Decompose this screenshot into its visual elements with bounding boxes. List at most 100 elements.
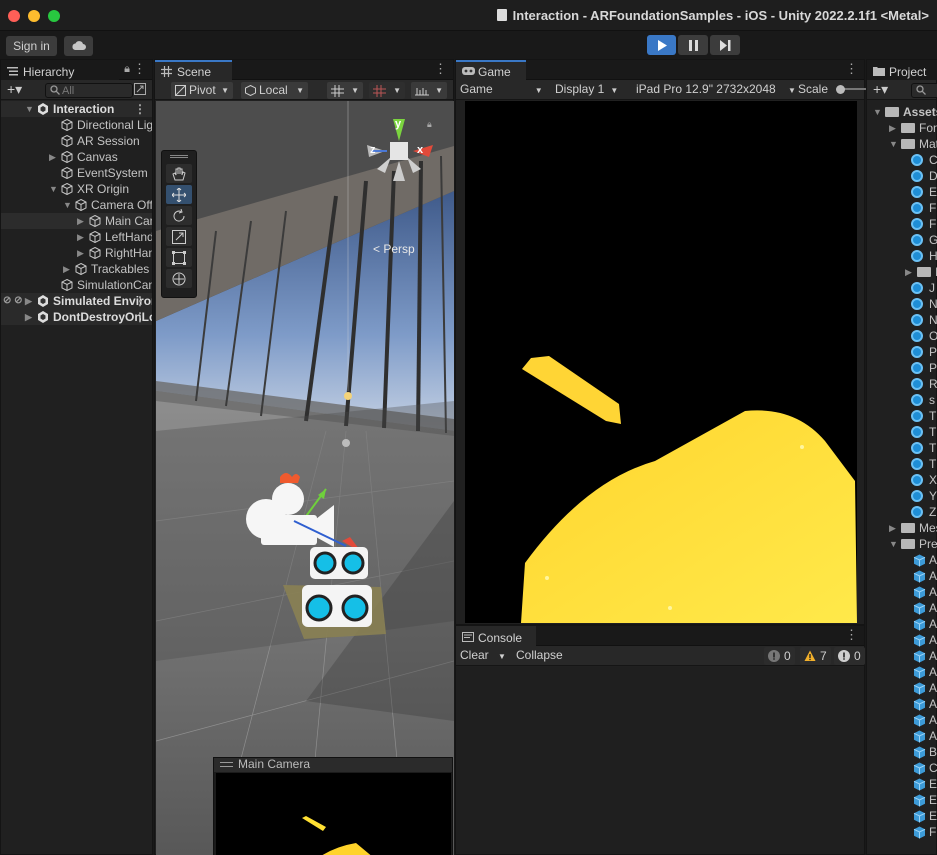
collapse-arrow-icon[interactable]: ▶ <box>77 245 84 261</box>
hierarchy-item[interactable]: Directional Light <box>1 117 152 133</box>
hierarchy-item[interactable]: ▼ XR Origin <box>1 181 152 197</box>
rotate-tool[interactable] <box>166 206 192 225</box>
hierarchy-item[interactable]: ▶ Trackables <box>1 261 152 277</box>
play-button[interactable] <box>647 35 676 55</box>
pause-button[interactable] <box>678 35 708 55</box>
project-item[interactable]: O <box>867 328 937 344</box>
hierarchy-search-input[interactable]: All <box>45 83 133 98</box>
hand-tool[interactable] <box>166 164 192 183</box>
project-item[interactable]: E <box>867 776 937 792</box>
project-item[interactable]: F <box>867 824 937 840</box>
project-item[interactable]: G <box>867 232 937 248</box>
project-item[interactable]: A <box>867 680 937 696</box>
more-options-icon[interactable]: ⋮ <box>134 309 146 325</box>
gizmos-dropdown[interactable]: ▼ <box>411 82 447 99</box>
collapse-arrow-icon[interactable]: ▶ <box>889 120 896 136</box>
error-count-toggle[interactable]: 0 <box>834 647 865 665</box>
collapse-arrow-icon[interactable]: ▶ <box>77 213 84 229</box>
game-viewport[interactable] <box>465 101 857 623</box>
minimize-window-button[interactable] <box>28 10 40 22</box>
project-item[interactable]: F <box>867 216 937 232</box>
tab-project[interactable]: Project <box>867 60 937 80</box>
info-count-toggle[interactable]: 0 <box>764 647 795 665</box>
project-item[interactable]: T <box>867 424 937 440</box>
pivot-dropdown[interactable]: Pivot ▼ <box>171 82 233 99</box>
move-tool[interactable] <box>166 185 192 204</box>
expand-arrow-icon[interactable]: ▼ <box>889 136 898 152</box>
project-search-input[interactable] <box>911 83 937 98</box>
collapse-arrow-icon[interactable]: ▶ <box>25 309 32 325</box>
project-item[interactable]: E <box>867 792 937 808</box>
lock-icon[interactable]: 🔒︎ <box>124 63 130 76</box>
project-item[interactable]: A <box>867 584 937 600</box>
expand-arrow-icon[interactable]: ▼ <box>49 181 58 197</box>
tab-hierarchy[interactable]: Hierarchy <box>1 60 119 80</box>
project-item[interactable]: N <box>867 312 937 328</box>
scene-visibility-icon[interactable] <box>134 83 146 95</box>
project-item[interactable]: F <box>867 200 937 216</box>
project-item[interactable]: D <box>867 168 937 184</box>
project-item[interactable]: ▶Is <box>867 264 937 280</box>
tab-console[interactable]: Console <box>456 626 536 646</box>
collapse-arrow-icon[interactable]: ▶ <box>889 520 896 536</box>
scene-viewport[interactable]: < Persp y x z 🔒︎ Main Camera <box>156 101 454 855</box>
project-item[interactable]: A <box>867 632 937 648</box>
collapse-arrow-icon[interactable]: ▶ <box>63 261 70 277</box>
zoom-window-button[interactable] <box>48 10 60 22</box>
more-options-icon[interactable]: ⋮ <box>845 62 858 76</box>
project-item[interactable]: T <box>867 408 937 424</box>
more-options-icon[interactable]: ⋮ <box>845 628 858 642</box>
project-item[interactable]: H <box>867 248 937 264</box>
palette-grip[interactable] <box>170 155 188 158</box>
hierarchy-item[interactable]: ▼ Camera Offset <box>1 197 152 213</box>
project-item[interactable]: R <box>867 376 937 392</box>
hierarchy-item[interactable]: ▶ RightHand <box>1 245 152 261</box>
collapse-arrow-icon[interactable]: ▶ <box>25 293 32 309</box>
transform-tool[interactable] <box>166 269 192 288</box>
hierarchy-item[interactable]: AR Session <box>1 133 152 149</box>
hierarchy-scene-row[interactable]: ▼ Interaction ⋮ <box>1 101 152 117</box>
project-item[interactable]: A <box>867 616 937 632</box>
hierarchy-item[interactable]: ▶ Canvas <box>1 149 152 165</box>
cloud-button[interactable] <box>64 36 93 56</box>
project-item[interactable]: s <box>867 392 937 408</box>
expand-arrow-icon[interactable]: ▼ <box>63 197 72 213</box>
project-item[interactable]: A <box>867 712 937 728</box>
project-item[interactable]: J <box>867 280 937 296</box>
tab-game[interactable]: Game <box>456 60 526 80</box>
project-item[interactable]: ▼ Assets <box>867 104 937 120</box>
resolution-caret[interactable]: ▼ <box>782 82 796 96</box>
expand-arrow-icon[interactable]: ▼ <box>25 101 34 117</box>
tab-scene[interactable]: Scene <box>155 60 232 80</box>
rect-tool[interactable] <box>166 248 192 267</box>
project-item[interactable]: E <box>867 808 937 824</box>
project-item[interactable]: P <box>867 360 937 376</box>
more-options-icon[interactable]: ⋮ <box>134 293 146 309</box>
hierarchy-item[interactable]: SimulationCamera <box>1 277 152 293</box>
project-item[interactable]: ▼ Prefabs <box>867 536 937 552</box>
project-item[interactable]: A <box>867 568 937 584</box>
more-options-icon[interactable]: ⋮ <box>133 62 146 76</box>
grid-snapping-dropdown[interactable]: ▼ <box>327 82 363 99</box>
hierarchy-item[interactable]: ▶ Main Camera <box>1 213 152 229</box>
hierarchy-scene-row[interactable]: ⊘ ⊘▶Simulated Environment Scene⋮ <box>1 293 152 309</box>
project-item[interactable]: B <box>867 744 937 760</box>
project-item[interactable]: C <box>867 152 937 168</box>
sign-in-button[interactable]: Sign in <box>6 36 57 56</box>
hierarchy-item[interactable]: EventSystem <box>1 165 152 181</box>
clear-button[interactable]: Clear ▼ <box>460 648 506 662</box>
project-item[interactable]: C <box>867 760 937 776</box>
step-button[interactable] <box>710 35 740 55</box>
project-item[interactable]: A <box>867 648 937 664</box>
project-item[interactable]: A <box>867 552 937 568</box>
project-item[interactable]: T <box>867 440 937 456</box>
more-options-icon[interactable]: ⋮ <box>434 62 447 76</box>
project-item[interactable]: Y <box>867 488 937 504</box>
grip-icon[interactable] <box>220 762 233 767</box>
project-item[interactable]: ▶ Fonts <box>867 120 937 136</box>
collapse-arrow-icon[interactable]: ▶ <box>49 149 56 165</box>
more-options-icon[interactable]: ⋮ <box>134 101 146 117</box>
game-mode-dropdown[interactable]: Game ▼ <box>460 82 543 96</box>
expand-arrow-icon[interactable]: ▼ <box>889 536 898 552</box>
collapse-arrow-icon[interactable]: ▶ <box>77 229 84 245</box>
